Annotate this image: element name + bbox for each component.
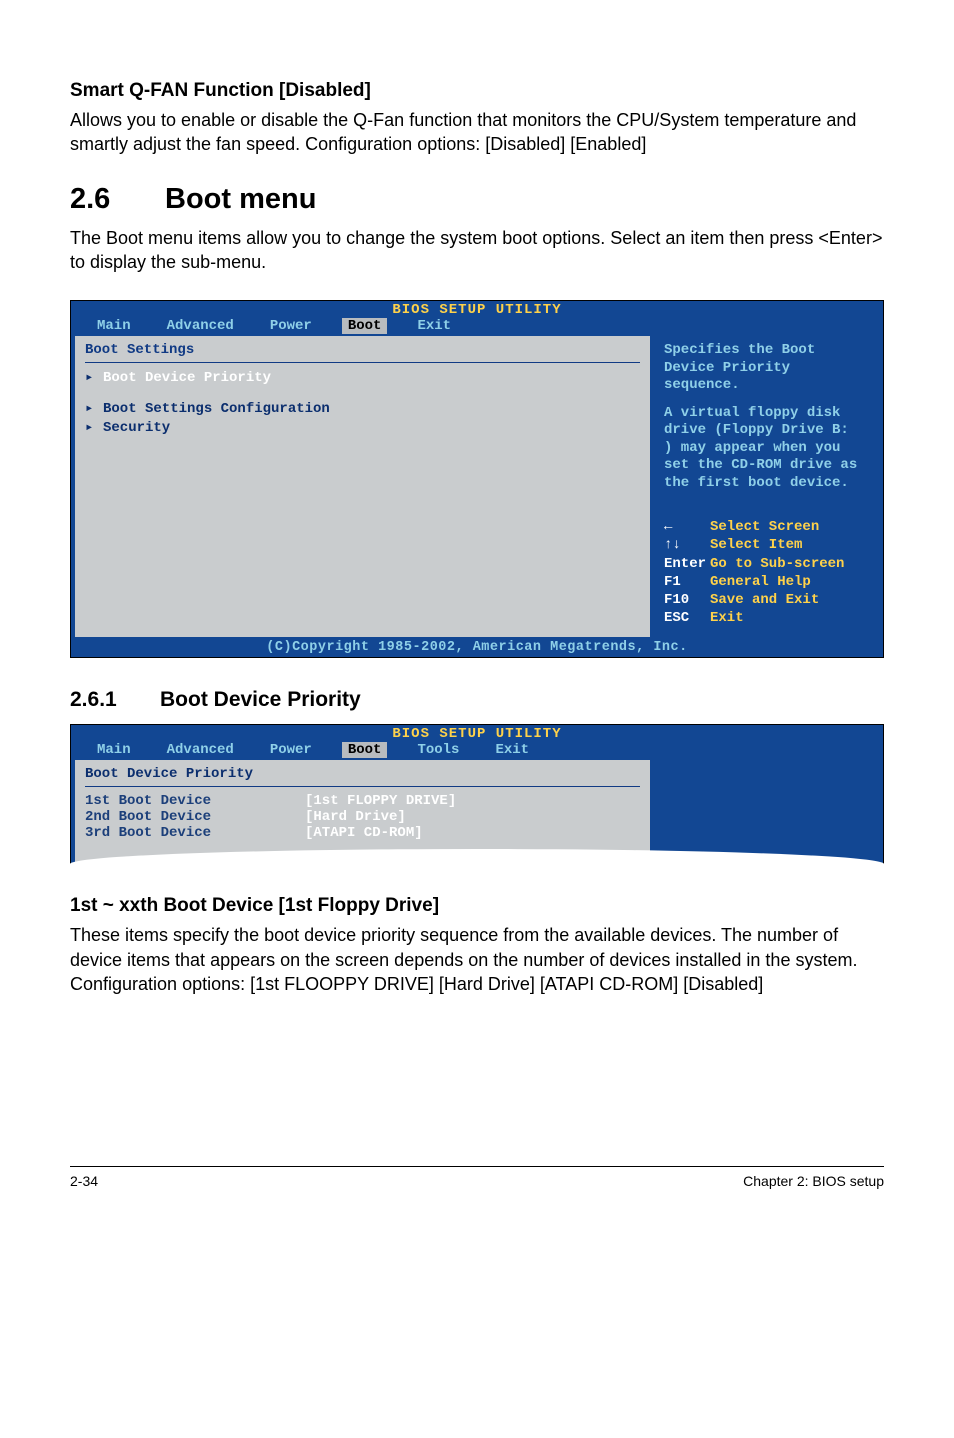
subsection-title: Boot Device Priority [160, 688, 361, 711]
bios2-menu: Main Advanced Power Boot Tools Exit [71, 742, 883, 760]
bios2-tab-exit[interactable]: Exit [477, 742, 547, 758]
bios1-pane-header: Boot Settings [85, 342, 640, 358]
bios2-pane-header: Boot Device Priority [85, 766, 640, 782]
bios2-v1: [Hard Drive] [305, 809, 406, 825]
bios1-nav5: Exit [710, 609, 744, 627]
bios1-item-security[interactable]: ▸ Security [85, 419, 640, 436]
bios2-row-3rd[interactable]: 3rd Boot Device[ATAPI CD-ROM] [85, 825, 640, 841]
bios2-tab-main[interactable]: Main [79, 742, 149, 758]
bios1-nav2: Go to Sub-screen [710, 555, 844, 573]
bios2-tab-boot[interactable]: Boot [342, 742, 388, 758]
bios1-help2: A virtual floppy disk drive (Floppy Driv… [664, 405, 869, 493]
bios2-row-2nd[interactable]: 2nd Boot Device[Hard Drive] [85, 809, 640, 825]
f10-key-label: F10 [664, 591, 710, 609]
bios1-tab-advanced[interactable]: Advanced [149, 318, 252, 334]
bios2-tab-power[interactable]: Power [252, 742, 330, 758]
bios2-v0: [1st FLOPPY DRIVE] [305, 793, 456, 809]
bios1-tab-boot[interactable]: Boot [342, 318, 388, 334]
boot-device-priority-heading: 2.6.1Boot Device Priority [70, 688, 884, 712]
bios-screenshot-1: BIOS SETUP UTILITY Main Advanced Power B… [70, 300, 884, 658]
triangle-right-icon: ▸ [85, 369, 103, 386]
bios1-item0-label: Boot Device Priority [103, 370, 271, 386]
esc-key-label: ESC [664, 609, 710, 627]
bios2-row-1st[interactable]: 1st Boot Device[1st FLOPPY DRIVE] [85, 793, 640, 809]
bios1-nav0: Select Screen [710, 518, 819, 536]
bios1-item-boot-settings-config[interactable]: ▸ Boot Settings Configuration [85, 400, 640, 417]
f1-key-label: F1 [664, 573, 710, 591]
bios2-tab-advanced[interactable]: Advanced [149, 742, 252, 758]
bios1-tab-main[interactable]: Main [79, 318, 149, 334]
bios2-v2: [ATAPI CD-ROM] [305, 825, 423, 841]
boot-menu-heading: 2.6Boot menu [70, 183, 884, 216]
bios1-nav: ←Select Screen ↑↓Select Item EnterGo to … [664, 518, 869, 627]
arrow-left-icon: ← [664, 518, 710, 536]
footer-chapter: Chapter 2: BIOS setup [743, 1173, 884, 1189]
bios1-tab-power[interactable]: Power [252, 318, 330, 334]
first-boot-device-heading: 1st ~ xxth Boot Device [1st Floppy Drive… [70, 895, 884, 917]
qfan-body: Allows you to enable or disable the Q-Fa… [70, 108, 884, 157]
bios2-title: BIOS SETUP UTILITY [71, 725, 883, 742]
bios1-nav4: Save and Exit [710, 591, 819, 609]
subsection-num: 2.6.1 [70, 688, 160, 712]
bios1-nav1: Select Item [710, 536, 802, 554]
bios-screenshot-2: BIOS SETUP UTILITY Main Advanced Power B… [70, 724, 884, 867]
first-boot-device-body: These items specify the boot device prio… [70, 923, 884, 996]
triangle-right-icon: ▸ [85, 400, 103, 417]
bios1-title: BIOS SETUP UTILITY [71, 301, 883, 318]
footer-page-num: 2-34 [70, 1173, 98, 1189]
enter-key-label: Enter [664, 555, 710, 573]
bios1-nav3: General Help [710, 573, 811, 591]
bios1-copyright: (C)Copyright 1985-2002, American Megatre… [71, 639, 883, 657]
bios2-k0: 1st Boot Device [85, 793, 305, 809]
bios1-item2-label: Security [103, 420, 170, 436]
boot-menu-body: The Boot menu items allow you to change … [70, 226, 884, 275]
arrow-updown-icon: ↑↓ [664, 536, 710, 554]
bios2-k2: 3rd Boot Device [85, 825, 305, 841]
bios1-help1: Specifies the Boot Device Priority seque… [664, 342, 869, 395]
boot-menu-title: Boot menu [165, 183, 316, 215]
bios1-item-boot-device-priority[interactable]: ▸ Boot Device Priority [85, 369, 640, 386]
bios1-tab-exit[interactable]: Exit [399, 318, 469, 334]
page-footer: 2-34 Chapter 2: BIOS setup [70, 1166, 884, 1189]
boot-menu-num: 2.6 [70, 183, 165, 216]
bios2-tab-tools[interactable]: Tools [399, 742, 477, 758]
triangle-right-icon: ▸ [85, 419, 103, 436]
bios1-item1-label: Boot Settings Configuration [103, 401, 330, 417]
bios1-menu: Main Advanced Power Boot Exit [71, 318, 883, 336]
qfan-heading: Smart Q-FAN Function [Disabled] [70, 80, 884, 102]
bios2-k1: 2nd Boot Device [85, 809, 305, 825]
